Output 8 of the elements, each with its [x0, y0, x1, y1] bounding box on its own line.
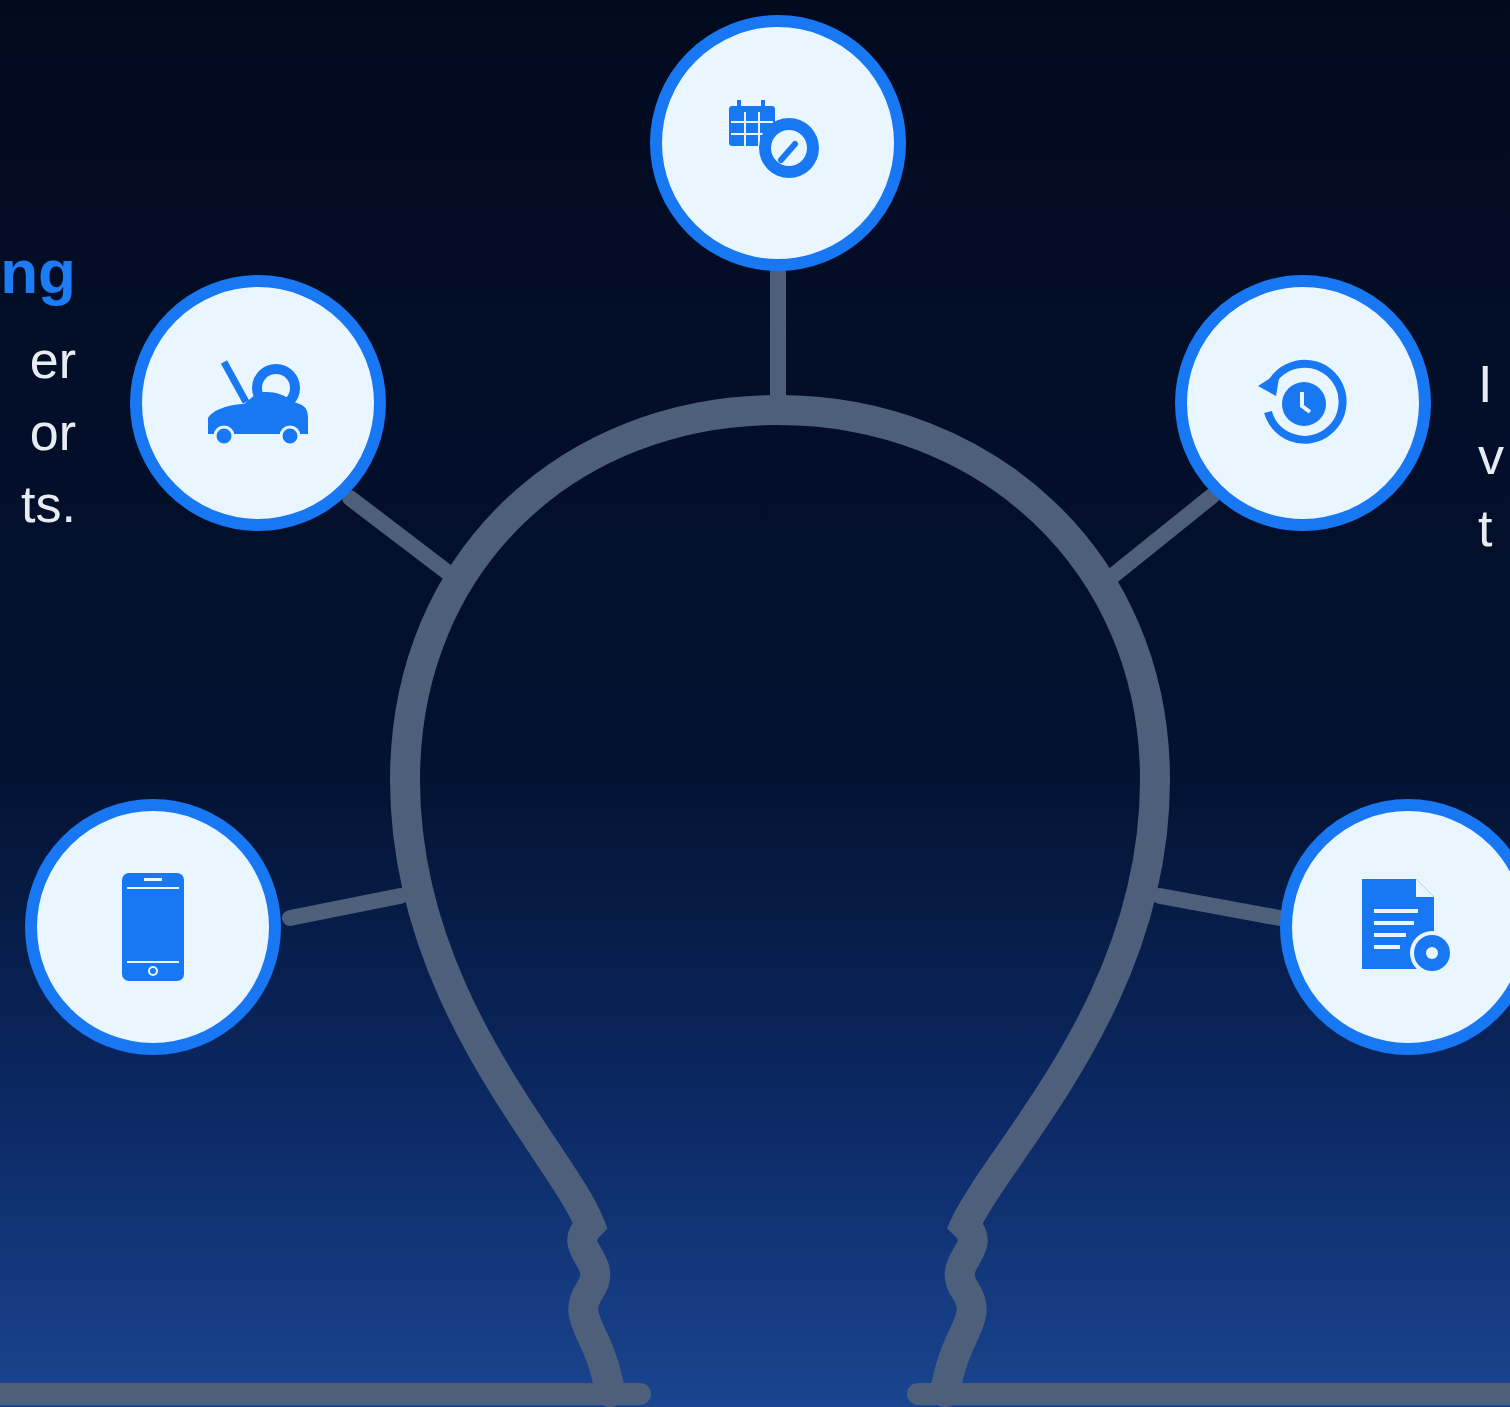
feature-text: ts. — [21, 474, 76, 535]
feature-text: I — [1478, 354, 1493, 415]
feature-text: t — [1478, 498, 1493, 559]
feature-text: er — [29, 330, 76, 391]
feature-text: v — [1478, 426, 1504, 487]
smartphone-icon — [122, 873, 184, 981]
feature-heading: ng — [0, 236, 76, 308]
feature-text: or — [29, 402, 76, 463]
